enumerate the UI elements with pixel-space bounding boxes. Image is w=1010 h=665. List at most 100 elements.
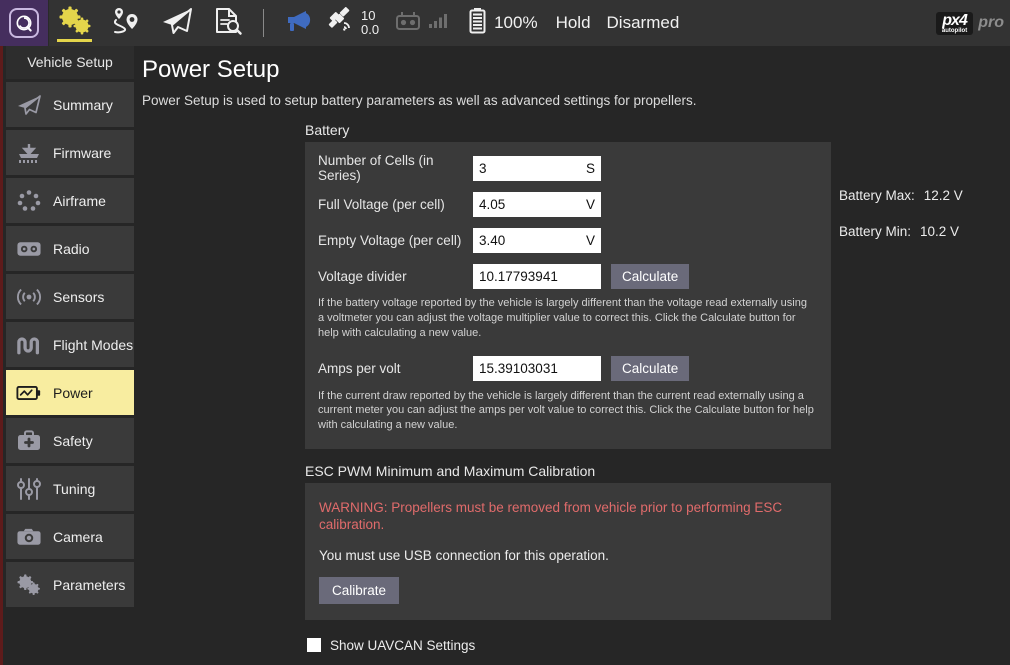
px4-pro-logo: px4 autopilot pro bbox=[936, 8, 1004, 38]
gps-sat-count: 10 bbox=[361, 9, 379, 23]
esc-calibrate-button[interactable]: Calibrate bbox=[319, 577, 399, 604]
page-description: Power Setup is used to setup battery par… bbox=[137, 84, 1010, 108]
px4-pro-text: pro bbox=[978, 14, 1004, 32]
battery-max-label: Battery Max: bbox=[839, 188, 915, 203]
safety-kit-icon bbox=[16, 428, 42, 454]
rc-status[interactable] bbox=[395, 11, 448, 36]
page-title: Power Setup bbox=[137, 46, 1010, 84]
flight-modes-icon bbox=[16, 332, 42, 358]
battery-status[interactable]: 100% bbox=[468, 7, 537, 39]
toolbar-fly-button[interactable] bbox=[151, 0, 202, 46]
sidebar-item-label: Sensors bbox=[53, 289, 104, 305]
document-search-icon bbox=[213, 6, 243, 41]
sidebar-item-sensors[interactable]: Sensors bbox=[6, 274, 134, 319]
flight-mode-selector[interactable]: Hold bbox=[556, 13, 591, 33]
signal-bars-icon bbox=[428, 12, 448, 34]
show-uavcan-settings-checkbox[interactable] bbox=[307, 638, 321, 652]
empty-voltage-unit: V bbox=[586, 233, 595, 248]
cells-row: Number of Cells (in Series) 3 S bbox=[305, 150, 831, 186]
sidebar-item-airframe[interactable]: Airframe bbox=[6, 178, 134, 223]
empty-voltage-input[interactable]: 3.40 V bbox=[473, 228, 601, 253]
qgc-logo-icon bbox=[9, 8, 39, 38]
sidebar-item-label: Summary bbox=[53, 97, 113, 113]
sidebar-item-label: Power bbox=[53, 385, 93, 401]
esc-note-text: You must use USB connection for this ope… bbox=[319, 548, 817, 563]
battery-section-label: Battery bbox=[305, 122, 1010, 138]
sidebar-item-summary[interactable]: Summary bbox=[6, 82, 134, 127]
empty-voltage-row: Empty Voltage (per cell) 3.40 V bbox=[305, 222, 831, 258]
show-uavcan-settings-row[interactable]: Show UAVCAN Settings bbox=[307, 638, 1010, 653]
sidebar-item-power[interactable]: Power bbox=[6, 370, 134, 415]
sidebar-item-label: Airframe bbox=[53, 193, 106, 209]
rc-transmitter-icon bbox=[16, 236, 42, 262]
waypoints-icon bbox=[110, 6, 142, 41]
esc-section-label: ESC PWM Minimum and Maximum Calibration bbox=[305, 463, 1010, 479]
amps-per-volt-label: Amps per volt bbox=[305, 361, 473, 376]
rc-transmitter-icon bbox=[395, 11, 421, 36]
voltage-divider-label: Voltage divider bbox=[305, 269, 473, 284]
firmware-download-icon bbox=[16, 140, 42, 166]
sidebar-item-safety[interactable]: Safety bbox=[6, 418, 134, 463]
sidebar-item-label: Radio bbox=[53, 241, 90, 257]
esc-panel: WARNING: Propellers must be removed from… bbox=[305, 483, 831, 620]
gears-icon bbox=[58, 6, 92, 41]
amps-per-volt-input[interactable]: 15.39103031 bbox=[473, 356, 601, 381]
voltage-divider-calculate-button[interactable]: Calculate bbox=[611, 264, 689, 289]
paper-plane-icon bbox=[160, 6, 194, 41]
toolbar-divider bbox=[263, 9, 264, 37]
gps-hdop: 0.0 bbox=[361, 23, 379, 37]
full-voltage-unit: V bbox=[586, 197, 595, 212]
esc-warning-text: WARNING: Propellers must be removed from… bbox=[319, 499, 817, 534]
full-voltage-input[interactable]: 4.05 V bbox=[473, 192, 601, 217]
sidebar-item-label: Safety bbox=[53, 433, 93, 449]
toolbar-setup-button[interactable] bbox=[49, 0, 100, 46]
paper-plane-icon bbox=[16, 92, 42, 118]
cells-input[interactable]: 3 S bbox=[473, 156, 601, 181]
amps-per-volt-value: 15.39103031 bbox=[479, 361, 558, 376]
voltage-divider-value: 10.17793941 bbox=[479, 269, 558, 284]
sliders-icon bbox=[16, 476, 42, 502]
toolbar-plan-button[interactable] bbox=[100, 0, 151, 46]
sidebar-item-firmware[interactable]: Firmware bbox=[6, 130, 134, 175]
vehicle-setup-sidebar: Vehicle Setup Summary Firmware bbox=[0, 46, 137, 665]
sidebar-item-label: Firmware bbox=[53, 145, 111, 161]
toolbar-messages-button[interactable] bbox=[274, 0, 325, 46]
qgc-home-button[interactable] bbox=[0, 0, 49, 46]
power-setup-page: Power Setup Power Setup is used to setup… bbox=[137, 46, 1010, 665]
battery-percent: 100% bbox=[494, 13, 537, 33]
airframe-dots-icon bbox=[16, 188, 42, 214]
toolbar-analyze-button[interactable] bbox=[202, 0, 253, 46]
camera-icon bbox=[16, 524, 42, 550]
show-uavcan-settings-label: Show UAVCAN Settings bbox=[330, 638, 475, 653]
sidebar-item-camera[interactable]: Camera bbox=[6, 514, 134, 559]
full-voltage-row: Full Voltage (per cell) 4.05 V bbox=[305, 186, 831, 222]
sidebar-item-radio[interactable]: Radio bbox=[6, 226, 134, 271]
voltage-divider-help-text: If the battery voltage reported by the v… bbox=[305, 294, 831, 351]
sidebar-item-label: Camera bbox=[53, 529, 103, 545]
full-voltage-label: Full Voltage (per cell) bbox=[305, 197, 473, 212]
px4-badge: px4 autopilot bbox=[936, 12, 973, 35]
megaphone-icon bbox=[285, 8, 315, 39]
battery-power-icon bbox=[16, 380, 42, 406]
cells-unit: S bbox=[586, 161, 595, 176]
amps-per-volt-calculate-button[interactable]: Calculate bbox=[611, 356, 689, 381]
gps-status[interactable]: 10 0.0 bbox=[325, 0, 379, 46]
sensors-waves-icon bbox=[16, 284, 42, 310]
battery-max-value: 12.2 V bbox=[924, 188, 963, 203]
sidebar-item-tuning[interactable]: Tuning bbox=[6, 466, 134, 511]
battery-panel: Number of Cells (in Series) 3 S Full Vol… bbox=[305, 142, 831, 449]
px4-logo-subtext: autopilot bbox=[942, 28, 967, 35]
sidebar-item-flight-modes[interactable]: Flight Modes bbox=[6, 322, 134, 367]
amps-per-volt-help-text: If the current draw reported by the vehi… bbox=[305, 387, 831, 444]
sidebar-item-parameters[interactable]: Parameters bbox=[6, 562, 134, 607]
gears-icon bbox=[16, 572, 42, 598]
qgroundcontrol-window: 10 0.0 bbox=[0, 0, 1010, 665]
amps-per-volt-row: Amps per volt 15.39103031 Calculate bbox=[305, 351, 831, 387]
sidebar-item-label: Flight Modes bbox=[53, 337, 133, 353]
voltage-divider-input[interactable]: 10.17793941 bbox=[473, 264, 601, 289]
voltage-divider-row: Voltage divider 10.17793941 Calculate bbox=[305, 258, 831, 294]
sidebar-item-label: Tuning bbox=[53, 481, 95, 497]
arm-state-indicator[interactable]: Disarmed bbox=[607, 13, 680, 33]
empty-voltage-value: 3.40 bbox=[479, 233, 505, 248]
empty-voltage-label: Empty Voltage (per cell) bbox=[305, 233, 473, 248]
